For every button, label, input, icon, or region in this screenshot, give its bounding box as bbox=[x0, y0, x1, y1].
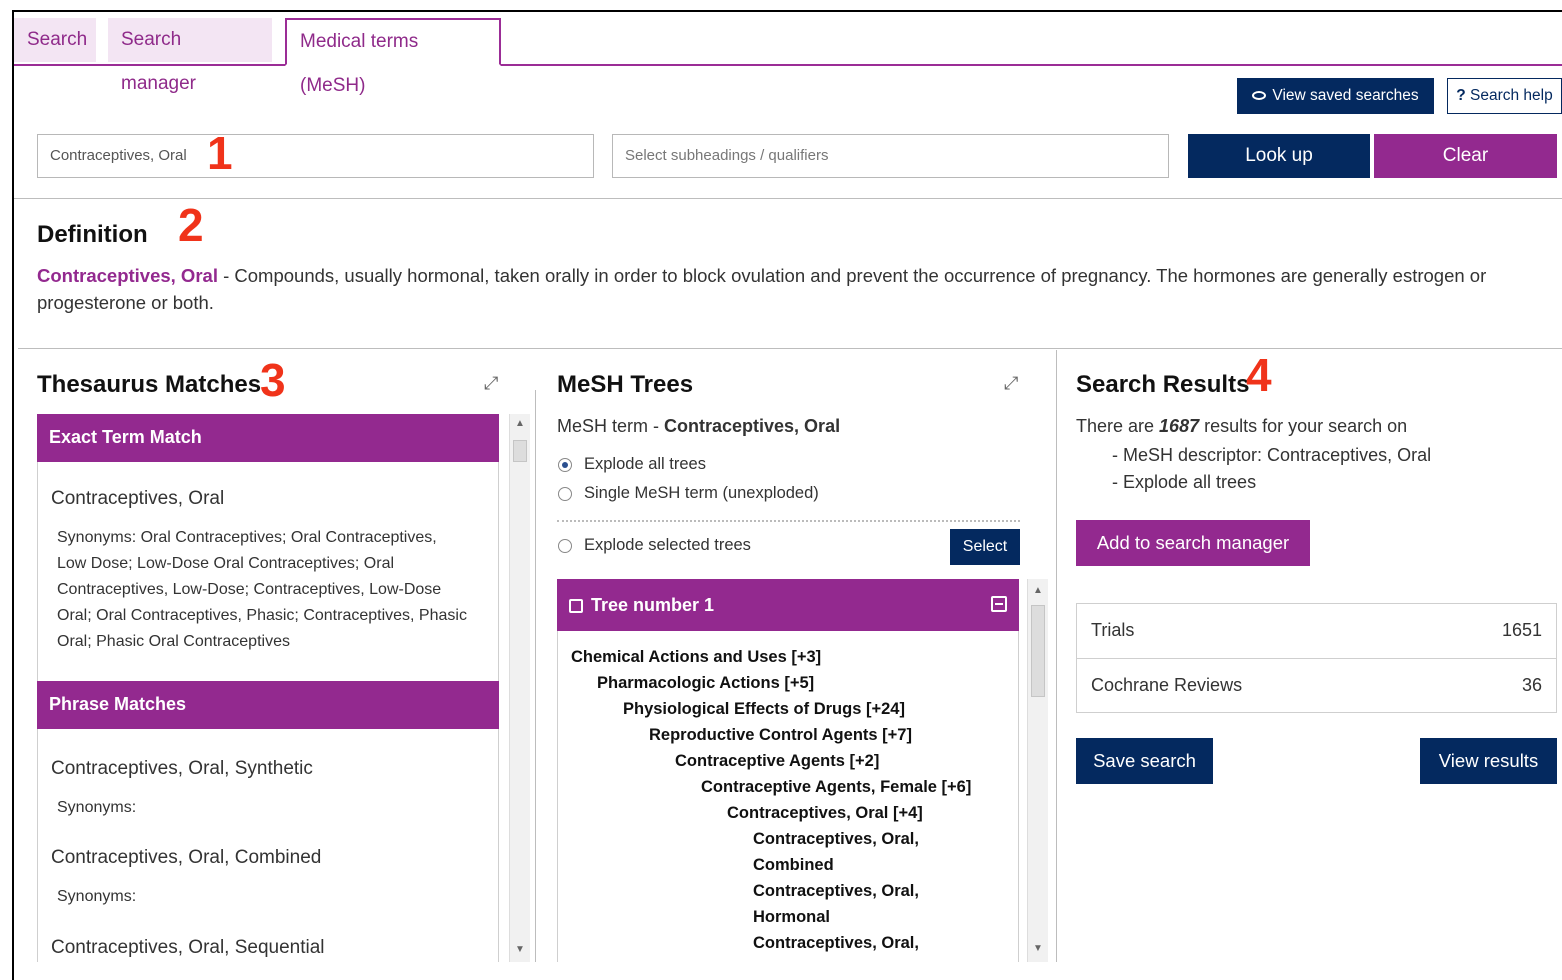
scroll-down-icon[interactable]: ▼ bbox=[515, 944, 525, 955]
definition-term[interactable]: Contraceptives, Oral bbox=[37, 265, 218, 286]
mesh-term-prefix: MeSH term - bbox=[557, 416, 665, 436]
definition-text: Contraceptives, Oral - Compounds, usuall… bbox=[37, 262, 1547, 316]
tree-scrollbar[interactable]: ▲ ▼ bbox=[1027, 579, 1048, 962]
phrase-term[interactable]: Contraceptives, Oral, Synthetic bbox=[51, 758, 313, 780]
tree-item[interactable]: Contraceptive Agents, Female [+6] bbox=[701, 774, 971, 800]
mesh-term-line: MeSH term - Contraceptives, Oral bbox=[557, 416, 840, 437]
tab-search[interactable]: Search bbox=[14, 18, 96, 62]
expand-icon[interactable]: ⤢ bbox=[1004, 373, 1018, 394]
qualifier-input[interactable]: Select subheadings / qualifiers bbox=[612, 134, 1169, 178]
results-intro-post: results for your search on bbox=[1199, 416, 1408, 436]
look-up-button[interactable]: Look up bbox=[1188, 134, 1370, 178]
tree-item[interactable]: Combined bbox=[753, 852, 834, 878]
single-term-radio[interactable] bbox=[558, 487, 572, 501]
tree-item[interactable]: Contraceptives, Oral, bbox=[753, 930, 919, 956]
view-saved-label: View saved searches bbox=[1272, 87, 1419, 104]
row-count: 36 bbox=[1521, 675, 1542, 695]
phrase-synonyms: Synonyms: bbox=[57, 888, 137, 905]
exact-synonyms: Synonyms: Oral Contraceptives; Oral Cont… bbox=[57, 525, 497, 655]
results-summary: There are 1687 results for your search o… bbox=[1076, 416, 1407, 437]
row-count: 1651 bbox=[1501, 620, 1542, 640]
view-results-button[interactable]: View results bbox=[1420, 738, 1557, 784]
synonym-line: Oral; Oral Contraceptives, Phasic; Contr… bbox=[57, 607, 467, 624]
search-help-label: Search help bbox=[1470, 87, 1553, 104]
tree-item[interactable]: Hormonal bbox=[753, 904, 830, 930]
synonym-line: Oral; Phasic Oral Contraceptives bbox=[57, 633, 290, 650]
row-label: Trials bbox=[1091, 620, 1135, 640]
definition-heading: Definition bbox=[37, 221, 148, 248]
checkbox-checked-icon[interactable] bbox=[569, 599, 583, 613]
save-search-button[interactable]: Save search bbox=[1076, 738, 1213, 784]
select-trees-button[interactable]: Select bbox=[950, 529, 1020, 565]
divider bbox=[18, 348, 1562, 349]
phrase-matches-header: Phrase Matches bbox=[37, 681, 499, 729]
callout-4: 4 bbox=[1246, 349, 1272, 401]
scroll-thumb[interactable] bbox=[1031, 605, 1045, 697]
eye-icon bbox=[1252, 91, 1267, 101]
mesh-term-input[interactable]: Contraceptives, Oral bbox=[37, 134, 594, 178]
help-icon: ? bbox=[1456, 87, 1466, 104]
results-row-trials[interactable]: Trials 1651 bbox=[1077, 604, 1556, 659]
divider bbox=[14, 198, 1562, 199]
tree-number-header[interactable]: Tree number 1 bbox=[557, 579, 1019, 631]
synonym-line: Synonyms: Oral Contraceptives; Oral Cont… bbox=[57, 529, 437, 546]
explode-all-radio[interactable] bbox=[558, 458, 572, 472]
phrase-term[interactable]: Contraceptives, Oral, Combined bbox=[51, 847, 321, 869]
results-row-reviews[interactable]: Cochrane Reviews 36 bbox=[1077, 659, 1556, 713]
results-table: Trials 1651 Cochrane Reviews 36 bbox=[1076, 603, 1557, 713]
results-descriptor: - MeSH descriptor: Contraceptives, Oral bbox=[1112, 445, 1432, 465]
tab-bar: Search Search manager Medical terms (MeS… bbox=[14, 16, 1562, 96]
mesh-term-name: Contraceptives, Oral bbox=[664, 416, 841, 436]
results-intro: There are bbox=[1076, 416, 1160, 436]
search-help-button[interactable]: ? Search help bbox=[1447, 78, 1562, 114]
phrase-synonyms: Synonyms: bbox=[57, 799, 137, 816]
callout-1: 1 bbox=[207, 127, 233, 179]
thesaurus-heading: Thesaurus Matches bbox=[37, 371, 262, 398]
results-count: 1687 bbox=[1159, 416, 1200, 436]
tree-item[interactable]: Contraceptives, Oral, bbox=[753, 878, 919, 904]
expand-icon[interactable]: ⤢ bbox=[484, 373, 498, 394]
tree-item[interactable]: Pharmacologic Actions [+5] bbox=[597, 670, 814, 696]
tab-search-manager[interactable]: Search manager bbox=[108, 18, 272, 94]
dotted-divider bbox=[557, 520, 1020, 522]
tree-item[interactable]: Contraceptives, Oral [+4] bbox=[727, 800, 923, 826]
explode-all-label: Explode all trees bbox=[584, 455, 706, 473]
explode-selected-label: Explode selected trees bbox=[584, 536, 751, 554]
explode-selected-radio[interactable] bbox=[558, 539, 572, 553]
search-results-heading: Search Results bbox=[1076, 371, 1250, 398]
clear-button[interactable]: Clear bbox=[1374, 134, 1557, 178]
synonym-line: Low Dose; Low-Dose Oral Contraceptives; … bbox=[57, 555, 395, 572]
add-to-search-manager-button[interactable]: Add to search manager bbox=[1076, 520, 1310, 566]
scroll-thumb[interactable] bbox=[513, 440, 527, 462]
tree-number-label: Tree number 1 bbox=[591, 595, 715, 615]
view-saved-searches-button[interactable]: View saved searches bbox=[1237, 78, 1434, 114]
tree-item[interactable]: Physiological Effects of Drugs [+24] bbox=[623, 696, 905, 722]
callout-3: 3 bbox=[260, 354, 286, 406]
column-divider bbox=[1056, 350, 1057, 962]
scroll-down-icon[interactable]: ▼ bbox=[1033, 943, 1043, 954]
tree-item[interactable]: Reproductive Control Agents [+7] bbox=[649, 722, 912, 748]
mesh-trees-heading: MeSH Trees bbox=[557, 371, 694, 398]
tree-item[interactable]: Chemical Actions and Uses [+3] bbox=[571, 644, 821, 670]
phrase-term[interactable]: Contraceptives, Oral, Sequential bbox=[51, 937, 325, 959]
synonym-line: Contraceptives, Low-Dose; Contraceptives… bbox=[57, 581, 442, 598]
column-divider bbox=[535, 390, 536, 962]
scroll-up-icon[interactable]: ▲ bbox=[515, 418, 525, 429]
results-explode: - Explode all trees bbox=[1112, 472, 1257, 492]
tab-medical-terms[interactable]: Medical terms (MeSH) bbox=[285, 18, 501, 96]
exact-term[interactable]: Contraceptives, Oral bbox=[51, 488, 224, 510]
tree-item[interactable]: Contraceptives, Oral, bbox=[753, 826, 919, 852]
scroll-up-icon[interactable]: ▲ bbox=[1033, 585, 1043, 596]
definition-body: - Compounds, usually hormonal, taken ora… bbox=[37, 265, 1487, 313]
callout-2: 2 bbox=[178, 199, 204, 251]
thesaurus-scrollbar[interactable]: ▲ ▼ bbox=[509, 414, 530, 962]
tree-item[interactable]: Contraceptive Agents [+2] bbox=[675, 748, 879, 774]
exact-term-header: Exact Term Match bbox=[37, 414, 499, 462]
row-label: Cochrane Reviews bbox=[1091, 675, 1243, 695]
collapse-icon[interactable] bbox=[991, 596, 1007, 612]
single-term-label: Single MeSH term (unexploded) bbox=[584, 484, 819, 502]
